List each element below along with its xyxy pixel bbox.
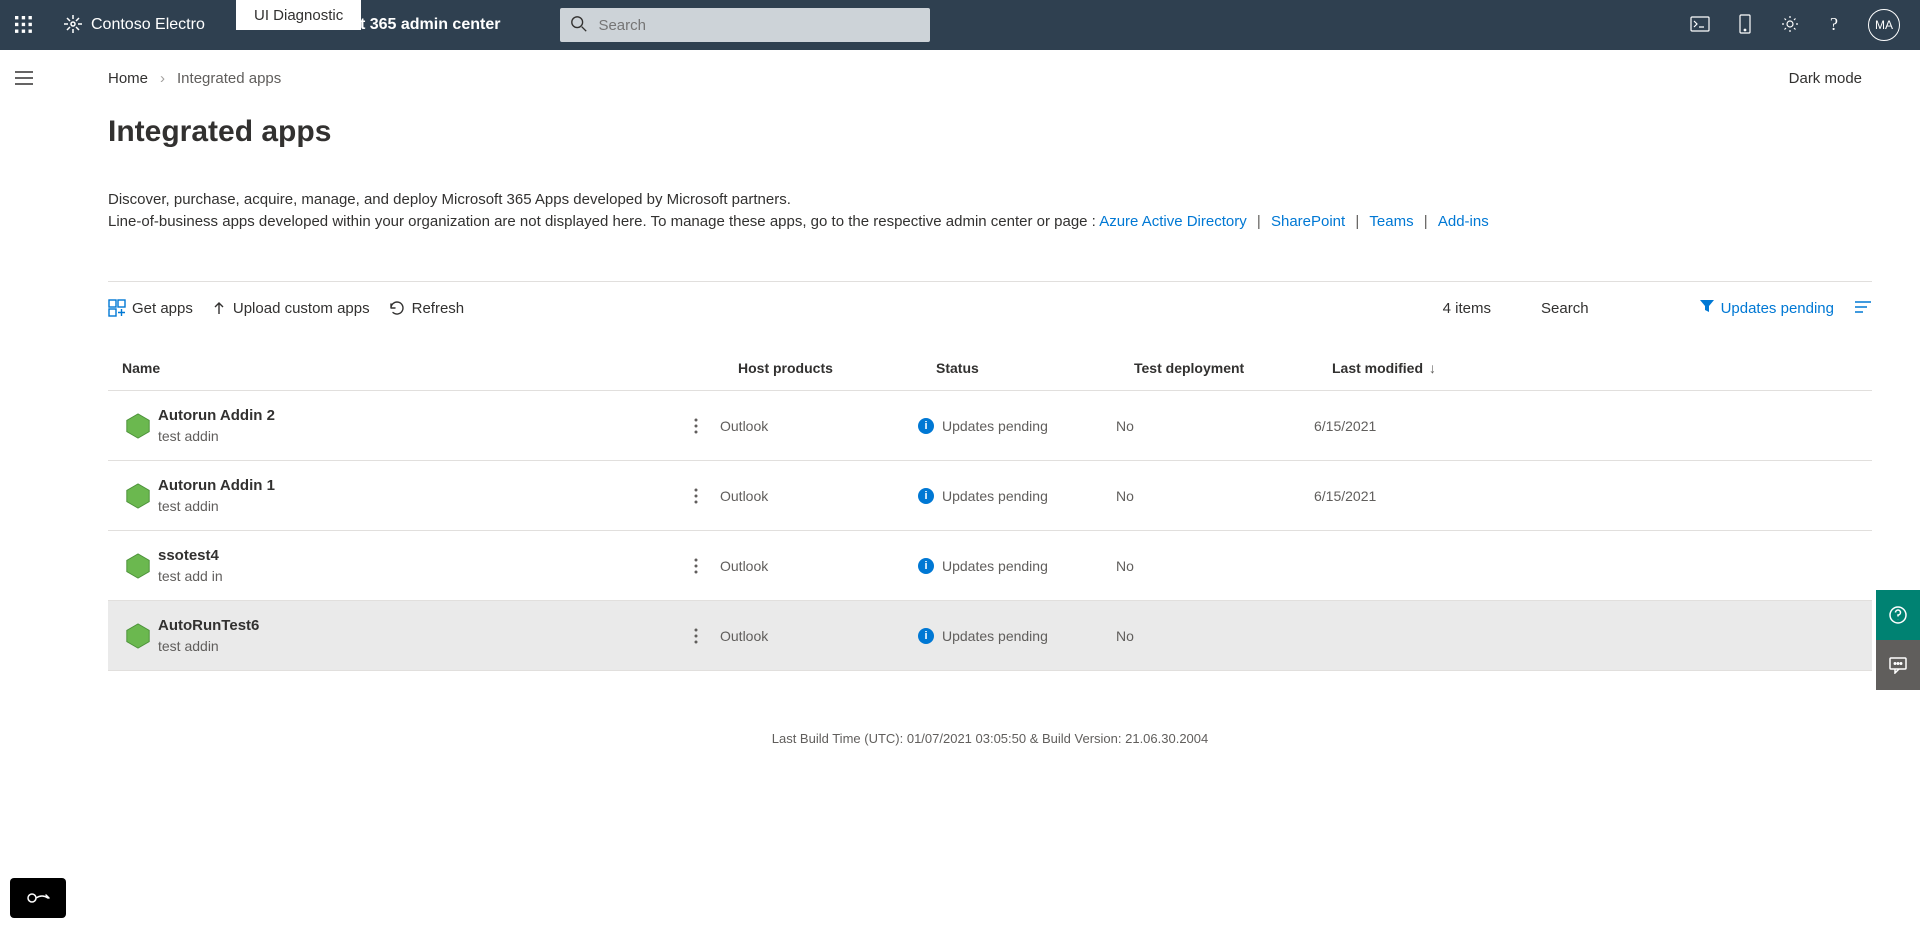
gear-icon[interactable] xyxy=(1780,14,1800,37)
app-title: oft 365 admin center xyxy=(345,16,501,34)
row-more-icon[interactable] xyxy=(672,558,720,574)
mobile-icon[interactable] xyxy=(1738,14,1752,37)
row-more-icon[interactable] xyxy=(672,418,720,434)
app-icon xyxy=(118,552,158,580)
link-addins[interactable]: Add-ins xyxy=(1438,213,1489,230)
item-count: 4 items xyxy=(1443,300,1491,317)
col-header-name[interactable]: Name xyxy=(122,360,738,376)
breadcrumb-current: Integrated apps xyxy=(177,70,281,87)
command-bar: Get apps Upload custom apps Refresh 4 it… xyxy=(108,281,1872,318)
svg-text:?: ? xyxy=(1830,14,1838,34)
app-subtitle: test add in xyxy=(158,568,672,584)
cell-status: iUpdates pending xyxy=(918,488,1116,504)
cell-status: iUpdates pending xyxy=(918,418,1116,434)
info-icon: i xyxy=(918,418,934,434)
info-icon: i xyxy=(918,558,934,574)
cell-status: iUpdates pending xyxy=(918,628,1116,644)
link-azure-ad[interactable]: Azure Active Directory xyxy=(1099,213,1247,230)
breadcrumb: Home › Integrated apps xyxy=(108,70,281,87)
cell-test: No xyxy=(1116,628,1314,644)
table-row[interactable]: Autorun Addin 1 test addin OutlookiUpdates… xyxy=(108,461,1872,531)
global-search[interactable] xyxy=(560,8,930,42)
global-search-input[interactable] xyxy=(598,17,920,34)
table-row[interactable]: Autorun Addin 2 test addin OutlookiUpdates… xyxy=(108,391,1872,461)
floating-actions xyxy=(1876,590,1920,690)
tenant-name: Contoso Electro xyxy=(91,16,205,34)
col-header-modified[interactable]: Last modified ↓ xyxy=(1332,360,1532,376)
cell-host: Outlook xyxy=(720,558,918,574)
info-icon: i xyxy=(918,488,934,504)
build-info: Last Build Time (UTC): 01/07/2021 03:05:… xyxy=(108,731,1872,756)
col-header-host[interactable]: Host products xyxy=(738,360,936,376)
get-apps-button[interactable]: Get apps xyxy=(108,299,193,317)
cell-host: Outlook xyxy=(720,418,918,434)
table-row[interactable]: ssotest4 test add in OutlookiUpdates pendi… xyxy=(108,531,1872,601)
app-name: ssotest4 xyxy=(158,547,672,564)
global-header: Contoso Electro UI Diagnostic oft 365 ad… xyxy=(0,0,1920,50)
app-name: AutoRunTest6 xyxy=(158,617,672,634)
accessibility-button[interactable] xyxy=(10,878,66,918)
app-name: Autorun Addin 1 xyxy=(158,477,672,494)
row-name-cell: AutoRunTest6 test addin xyxy=(158,617,672,654)
sort-down-icon: ↓ xyxy=(1429,360,1436,376)
app-icon xyxy=(118,482,158,510)
row-name-cell: Autorun Addin 2 test addin xyxy=(158,407,672,444)
table-header: Name Host products Status Test deploymen… xyxy=(108,346,1872,391)
page-title: Integrated apps xyxy=(108,115,1872,149)
cell-test: No xyxy=(1116,558,1314,574)
row-name-cell: ssotest4 test add in xyxy=(158,547,672,584)
description-line-1: Discover, purchase, acquire, manage, and… xyxy=(108,189,1872,211)
cell-host: Outlook xyxy=(720,488,918,504)
ui-diagnostic-chip[interactable]: UI Diagnostic xyxy=(236,0,361,30)
apps-table: Name Host products Status Test deploymen… xyxy=(108,346,1872,671)
cell-test: No xyxy=(1116,488,1314,504)
filter-chip[interactable]: Updates pending xyxy=(1699,298,1834,318)
cell-modified: 6/15/2021 xyxy=(1314,418,1514,434)
description-line-2-prefix: Line-of-business apps developed within y… xyxy=(108,213,1099,230)
avatar[interactable]: MA xyxy=(1868,9,1900,41)
row-name-cell: Autorun Addin 1 test addin xyxy=(158,477,672,514)
floating-help-button[interactable] xyxy=(1876,590,1920,640)
app-launcher-icon[interactable] xyxy=(0,0,48,50)
row-more-icon[interactable] xyxy=(672,628,720,644)
app-subtitle: test addin xyxy=(158,428,672,444)
refresh-button[interactable]: Refresh xyxy=(388,299,465,317)
chevron-right-icon: › xyxy=(160,70,165,87)
floating-feedback-button[interactable] xyxy=(1876,640,1920,690)
col-header-status[interactable]: Status xyxy=(936,360,1134,376)
app-icon xyxy=(118,412,158,440)
info-icon: i xyxy=(918,628,934,644)
nav-toggle-icon[interactable] xyxy=(14,70,34,756)
page-description: Discover, purchase, acquire, manage, and… xyxy=(108,189,1872,233)
upload-custom-apps-button[interactable]: Upload custom apps xyxy=(211,299,370,317)
app-subtitle: test addin xyxy=(158,638,672,654)
list-search-button[interactable]: Search xyxy=(1541,300,1589,317)
cell-status: iUpdates pending xyxy=(918,558,1116,574)
header-actions: ? MA xyxy=(1690,9,1900,41)
link-sharepoint[interactable]: SharePoint xyxy=(1271,213,1345,230)
search-icon xyxy=(570,15,588,36)
tenant-logo-icon xyxy=(63,14,83,37)
row-more-icon[interactable] xyxy=(672,488,720,504)
cell-host: Outlook xyxy=(720,628,918,644)
app-subtitle: test addin xyxy=(158,498,672,514)
link-teams[interactable]: Teams xyxy=(1369,213,1413,230)
app-icon xyxy=(118,622,158,650)
cell-test: No xyxy=(1116,418,1314,434)
shell-prompt-icon[interactable] xyxy=(1690,16,1710,35)
dark-mode-toggle[interactable]: Dark mode xyxy=(1789,70,1862,87)
filter-icon xyxy=(1699,298,1715,318)
col-header-test[interactable]: Test deployment xyxy=(1134,360,1332,376)
table-row[interactable]: AutoRunTest6 test addin OutlookiUpdates pe… xyxy=(108,601,1872,671)
breadcrumb-home[interactable]: Home xyxy=(108,70,148,87)
cell-modified: 6/15/2021 xyxy=(1314,488,1514,504)
list-options-icon[interactable] xyxy=(1854,300,1872,317)
help-icon[interactable]: ? xyxy=(1828,14,1840,37)
app-name: Autorun Addin 2 xyxy=(158,407,672,424)
